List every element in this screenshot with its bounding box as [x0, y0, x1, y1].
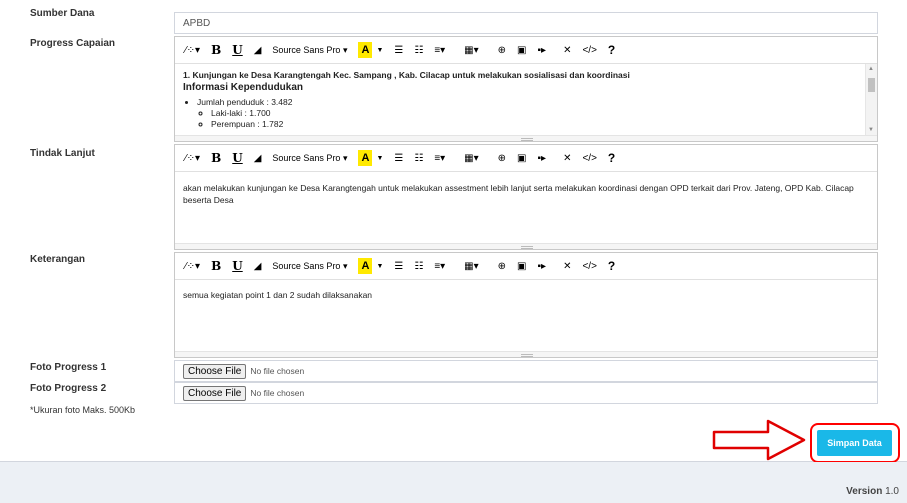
font-family-select[interactable]: Source Sans Pro ▾	[272, 42, 347, 58]
version-label: Version	[846, 486, 883, 497]
scroll-thumb[interactable]	[868, 78, 875, 92]
link-icon[interactable]: ⊕	[498, 150, 506, 166]
foto-progress-1-file-input[interactable]: Choose File No file chosen	[174, 360, 878, 382]
help-icon[interactable]: ?	[608, 42, 615, 58]
tindak-lanjut-content[interactable]: akan melakukan kunjungan ke Desa Karangt…	[175, 172, 877, 243]
bold-button[interactable]: B	[211, 42, 221, 58]
numbered-list-icon[interactable]: ☷	[414, 42, 423, 58]
video-icon[interactable]: ▪▸	[537, 258, 546, 274]
help-icon[interactable]: ?	[608, 258, 615, 274]
font-family-label: Source Sans Pro	[272, 261, 341, 271]
underline-button[interactable]: U	[232, 42, 242, 58]
highlight-color-button[interactable]: A	[358, 258, 373, 274]
image-icon[interactable]: ▣	[517, 150, 526, 166]
video-icon[interactable]: ▪▸	[537, 150, 546, 166]
align-icon[interactable]: ≡▾	[434, 42, 445, 58]
form-panel: Sumber Dana APBD Progress Capaian ⁄⁘▾ B …	[0, 0, 907, 463]
magic-wand-icon[interactable]: ⁄⁘▾	[185, 150, 200, 166]
font-family-select[interactable]: Source Sans Pro ▾	[272, 150, 347, 166]
numbered-list-icon[interactable]: ☷	[414, 258, 423, 274]
keterangan-content[interactable]: semua kegiatan point 1 dan 2 sudah dilak…	[175, 280, 877, 351]
link-icon[interactable]: ⊕	[498, 42, 506, 58]
bold-button[interactable]: B	[211, 150, 221, 166]
code-view-icon[interactable]: </>	[582, 42, 596, 58]
code-view-icon[interactable]: </>	[582, 150, 596, 166]
progress-capaian-editor[interactable]: ⁄⁘▾ B U ◢ Source Sans Pro ▾ A ▼ ☰ ☷ ≡▾ ▦…	[174, 36, 878, 142]
file-status: No file chosen	[250, 388, 305, 398]
label-progress-capaian: Progress Capaian	[30, 38, 116, 49]
sumber-dana-value: APBD	[183, 18, 211, 29]
fullscreen-icon[interactable]: ✕	[563, 42, 571, 58]
table-icon[interactable]: ▦▾	[464, 42, 478, 58]
table-icon[interactable]: ▦▾	[464, 150, 478, 166]
bullet-list-icon[interactable]: ☰	[394, 258, 403, 274]
editor-resize-handle[interactable]	[175, 351, 877, 357]
highlight-dropdown-icon[interactable]: ▼	[376, 42, 383, 58]
editor-toolbar: ⁄⁘▾ B U ◢ Source Sans Pro ▾ A ▼ ☰ ☷ ≡▾ ▦…	[175, 37, 877, 64]
photo-size-note: *Ukuran foto Maks. 500Kb	[30, 405, 136, 415]
progress-capaian-content[interactable]: 1. Kunjungan ke Desa Karangtengah Kec. S…	[175, 64, 877, 135]
version-number: 1.0	[885, 486, 899, 497]
annotation-arrow-icon	[712, 419, 806, 461]
editor-toolbar: ⁄⁘▾ B U ◢ Source Sans Pro ▾ A ▼ ☰ ☷ ≡▾ ▦…	[175, 253, 877, 280]
table-icon[interactable]: ▦▾	[464, 258, 478, 274]
font-family-select[interactable]: Source Sans Pro ▾	[272, 258, 347, 274]
progress-heading: 1. Kunjungan ke Desa Karangtengah Kec. S…	[183, 70, 630, 80]
editor-toolbar: ⁄⁘▾ B U ◢ Source Sans Pro ▾ A ▼ ☰ ☷ ≡▾ ▦…	[175, 145, 877, 172]
underline-button[interactable]: U	[232, 258, 242, 274]
content-scrollbar[interactable]: ▲ ▼	[865, 64, 877, 135]
bullet-list-icon[interactable]: ☰	[394, 42, 403, 58]
editor-resize-handle[interactable]	[175, 135, 877, 141]
editor-resize-handle[interactable]	[175, 243, 877, 249]
progress-sub-bullet-1: Laki-laki : 1.700	[211, 108, 869, 118]
image-icon[interactable]: ▣	[517, 42, 526, 58]
highlight-dropdown-icon[interactable]: ▼	[376, 150, 383, 166]
underline-button[interactable]: U	[232, 150, 242, 166]
keterangan-editor[interactable]: ⁄⁘▾ B U ◢ Source Sans Pro ▾ A ▼ ☰ ☷ ≡▾ ▦…	[174, 252, 878, 358]
label-keterangan: Keterangan	[30, 254, 86, 265]
eraser-icon[interactable]: ◢	[254, 150, 262, 166]
keterangan-text: semua kegiatan point 1 dan 2 sudah dilak…	[183, 290, 373, 300]
font-family-label: Source Sans Pro	[272, 45, 341, 55]
fullscreen-icon[interactable]: ✕	[563, 150, 571, 166]
simpan-data-button[interactable]: Simpan Data	[817, 430, 892, 456]
video-icon[interactable]: ▪▸	[537, 42, 546, 58]
magic-wand-icon[interactable]: ⁄⁘▾	[185, 258, 200, 274]
label-sumber-dana: Sumber Dana	[30, 8, 95, 19]
progress-bullet-1: Jumlah penduduk : 3.482	[197, 97, 869, 107]
tindak-lanjut-editor[interactable]: ⁄⁘▾ B U ◢ Source Sans Pro ▾ A ▼ ☰ ☷ ≡▾ ▦…	[174, 144, 878, 250]
bullet-list-icon[interactable]: ☰	[394, 150, 403, 166]
image-icon[interactable]: ▣	[517, 258, 526, 274]
tindak-lanjut-text: akan melakukan kunjungan ke Desa Karangt…	[183, 183, 854, 205]
scroll-up-icon[interactable]: ▲	[868, 66, 874, 72]
highlight-color-button[interactable]: A	[358, 42, 373, 58]
scroll-down-icon[interactable]: ▼	[868, 127, 874, 133]
align-icon[interactable]: ≡▾	[434, 150, 445, 166]
label-tindak-lanjut: Tindak Lanjut	[30, 148, 95, 159]
progress-sub-bullet-2: Perempuan : 1.782	[211, 119, 869, 129]
version-text: Version 1.0	[846, 486, 899, 497]
page-footer: Version 1.0	[0, 462, 907, 503]
fullscreen-icon[interactable]: ✕	[563, 258, 571, 274]
progress-subheading: Informasi Kependudukan	[183, 82, 304, 93]
sumber-dana-input[interactable]: APBD	[174, 12, 878, 34]
choose-file-button[interactable]: Choose File	[183, 363, 247, 379]
label-foto-progress-1: Foto Progress 1	[30, 362, 107, 373]
help-icon[interactable]: ?	[608, 150, 615, 166]
highlight-color-button[interactable]: A	[358, 150, 373, 166]
numbered-list-icon[interactable]: ☷	[414, 150, 423, 166]
foto-progress-2-file-input[interactable]: Choose File No file chosen	[174, 382, 878, 404]
eraser-icon[interactable]: ◢	[254, 258, 262, 274]
bold-button[interactable]: B	[211, 258, 221, 274]
file-status: No file chosen	[250, 366, 305, 376]
link-icon[interactable]: ⊕	[498, 258, 506, 274]
choose-file-button[interactable]: Choose File	[183, 385, 247, 401]
eraser-icon[interactable]: ◢	[254, 42, 262, 58]
label-foto-progress-2: Foto Progress 2	[30, 383, 107, 394]
highlight-dropdown-icon[interactable]: ▼	[376, 258, 383, 274]
align-icon[interactable]: ≡▾	[434, 258, 445, 274]
font-family-label: Source Sans Pro	[272, 153, 341, 163]
code-view-icon[interactable]: </>	[582, 258, 596, 274]
magic-wand-icon[interactable]: ⁄⁘▾	[185, 42, 200, 58]
